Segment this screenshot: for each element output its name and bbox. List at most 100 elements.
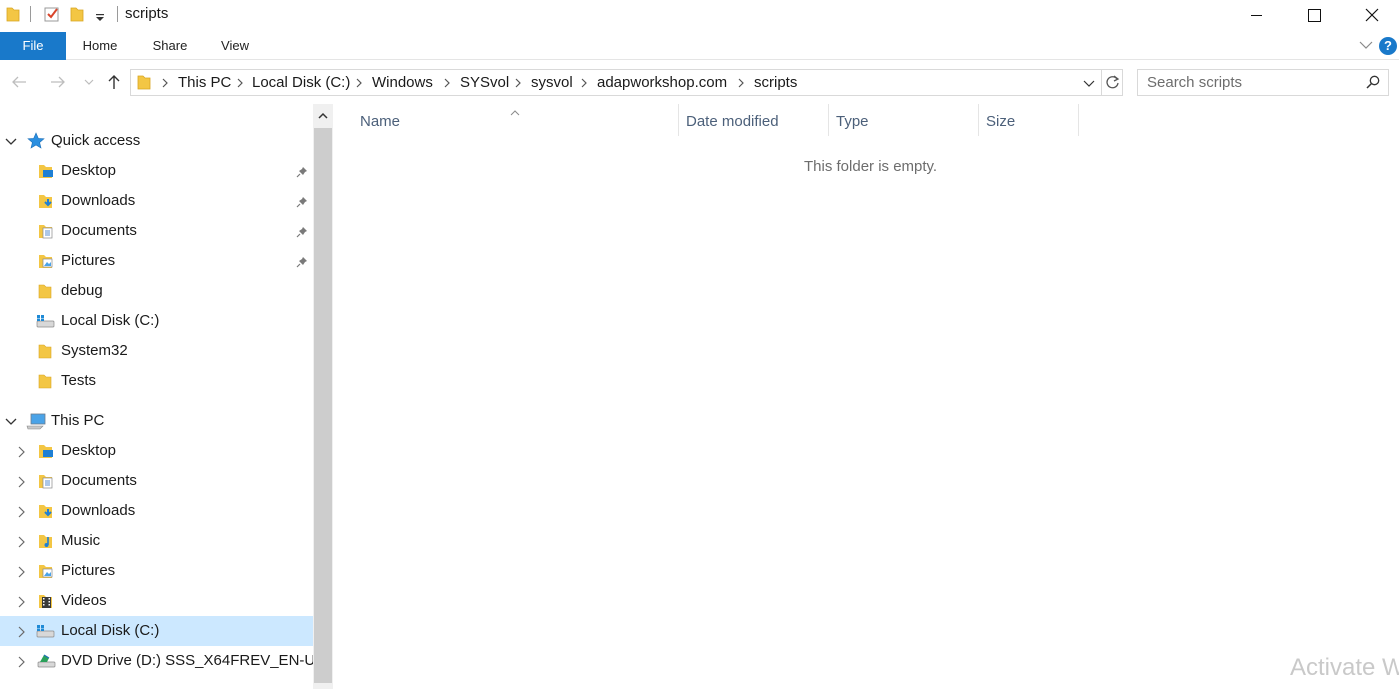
breadcrumb-sysvol-upper[interactable]: SYSvol [460,74,509,91]
maximize-button[interactable] [1285,0,1343,30]
breadcrumb-local-disk[interactable]: Local Disk (C:) [252,74,350,91]
column-divider[interactable] [978,104,979,136]
computer-icon [25,412,47,433]
breadcrumb-scripts[interactable]: scripts [754,74,797,91]
chevron-right-icon[interactable] [580,76,588,92]
scroll-up-button[interactable] [313,104,333,128]
nav-pc-pictures[interactable]: Pictures [0,556,313,586]
chevron-right-icon[interactable] [16,655,26,671]
nav-qa-debug[interactable]: debug [0,276,313,306]
window-title: scripts [125,5,169,22]
chevron-right-icon[interactable] [737,76,745,92]
column-divider[interactable] [1078,104,1079,136]
star-icon [27,132,45,153]
chevron-right-icon[interactable] [16,625,26,641]
new-folder-icon[interactable] [70,6,84,25]
close-button[interactable] [1343,0,1399,30]
chevron-right-icon[interactable] [355,76,363,92]
nav-qa-documents[interactable]: Documents [0,216,313,246]
chevron-right-icon[interactable] [443,76,451,92]
nav-pc-music[interactable]: Music [0,526,313,556]
column-divider[interactable] [678,104,679,136]
column-header-type[interactable]: Type [836,113,869,130]
chevron-down-icon[interactable] [5,135,17,151]
nav-qa-tests[interactable]: Tests [0,366,313,396]
search-placeholder: Search scripts [1147,74,1243,91]
up-button[interactable] [104,70,124,94]
scroll-thumb[interactable] [314,128,332,683]
breadcrumb-windows[interactable]: Windows [372,74,433,91]
nav-qa-system32[interactable]: System32 [0,336,313,366]
pictures-folder-icon [38,563,54,582]
nav-pc-videos[interactable]: Videos [0,586,313,616]
nav-pc-local-disk[interactable]: Local Disk (C:) [0,616,313,646]
chevron-right-icon[interactable] [16,445,26,461]
chevron-right-icon[interactable] [16,475,26,491]
search-icon[interactable] [1366,75,1380,92]
nav-pc-documents[interactable]: Documents [0,466,313,496]
chevron-right-icon[interactable] [16,595,26,611]
navigation-scrollbar[interactable] [313,104,333,689]
tab-file[interactable]: File [0,32,66,60]
pin-icon[interactable] [296,255,308,271]
column-header-name[interactable]: Name [360,113,400,130]
ribbon: File Home Share View ? [0,32,1399,60]
nav-label: debug [61,282,103,299]
column-divider[interactable] [828,104,829,136]
chevron-down-icon[interactable] [5,415,17,431]
chevron-right-icon[interactable] [514,76,522,92]
chevron-right-icon[interactable] [16,505,26,521]
documents-folder-icon [38,223,54,242]
nav-label: Pictures [61,252,116,269]
nav-this-pc[interactable]: This PC [0,406,313,436]
search-input[interactable]: Search scripts [1137,69,1389,96]
maximize-icon [1307,8,1321,22]
properties-icon[interactable] [44,6,60,25]
nav-quick-access[interactable]: Quick access [0,126,313,156]
address-bar[interactable]: This PC Local Disk (C:) Windows SYSvol s… [130,69,1123,96]
customize-quick-access-icon[interactable] [95,10,105,26]
tab-share[interactable]: Share [142,32,198,60]
column-header-size[interactable]: Size [986,113,1015,130]
folder-icon [137,74,151,93]
chevron-right-icon[interactable] [16,535,26,551]
chevron-right-icon[interactable] [16,565,26,581]
chevron-right-icon[interactable] [161,76,169,92]
back-button[interactable] [8,70,30,94]
pin-icon[interactable] [296,195,308,211]
expand-ribbon-icon[interactable] [1359,38,1373,55]
breadcrumb-domain[interactable]: adapworkshop.com [597,74,727,91]
tab-home[interactable]: Home [72,32,128,60]
refresh-button[interactable] [1101,69,1123,96]
nav-label: Documents [61,472,137,489]
forward-arrow-icon [51,76,65,88]
recent-locations-button[interactable] [82,70,96,94]
breadcrumb-this-pc[interactable]: This PC [178,74,231,91]
help-icon[interactable]: ? [1379,37,1397,55]
nav-pc-downloads[interactable]: Downloads [0,496,313,526]
column-header-date-modified[interactable]: Date modified [686,113,779,130]
documents-folder-icon [38,473,54,492]
nav-pc-desktop[interactable]: Desktop [0,436,313,466]
nav-label: Documents [61,222,137,239]
nav-label: Tests [61,372,97,389]
nav-label: Videos [61,592,107,609]
forward-button[interactable] [47,70,69,94]
address-dropdown-icon[interactable] [1083,76,1095,92]
nav-pc-dvd-drive[interactable]: DVD Drive (D:) SSS_X64FREV_EN-US_D [0,646,313,676]
nav-qa-pictures[interactable]: Pictures [0,246,313,276]
nav-qa-local-disk[interactable]: Local Disk (C:) [0,306,313,336]
up-arrow-icon [108,75,120,89]
pin-icon[interactable] [296,225,308,241]
tab-view[interactable]: View [210,32,260,60]
nav-label: Local Disk (C:) [61,312,160,329]
chevron-up-icon [318,112,328,119]
pin-icon[interactable] [296,165,308,181]
nav-label: Desktop [61,162,117,179]
breadcrumb-sysvol[interactable]: sysvol [531,74,573,91]
minimize-button[interactable] [1228,0,1286,30]
chevron-right-icon[interactable] [236,76,244,92]
nav-qa-desktop[interactable]: Desktop [0,156,313,186]
folder-icon [6,6,20,25]
nav-qa-downloads[interactable]: Downloads [0,186,313,216]
